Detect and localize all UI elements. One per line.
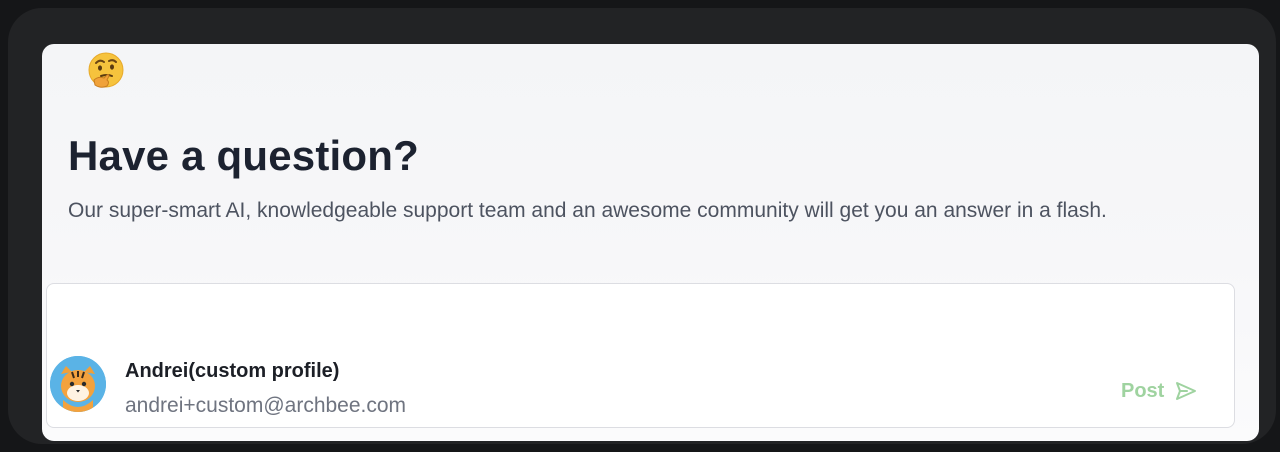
app-frame: Have a question? Our super-smart AI, kno…	[8, 8, 1276, 444]
question-input[interactable]	[67, 296, 1211, 344]
question-composer: Andrei(custom profile) andrei+custom@arc…	[46, 283, 1235, 428]
send-icon	[1176, 382, 1197, 400]
post-button-label: Post	[1121, 379, 1165, 402]
question-card: Have a question? Our super-smart AI, kno…	[42, 44, 1259, 441]
avatar	[50, 356, 106, 412]
page-subtitle: Our super-smart AI, knowledgeable suppor…	[68, 199, 1107, 222]
user-email: andrei+custom@archbee.com	[125, 394, 407, 417]
page-title: Have a question?	[68, 132, 419, 179]
thinking-face-icon	[88, 52, 124, 88]
tiger-avatar-icon	[50, 356, 106, 412]
user-name: Andrei(custom profile)	[125, 360, 340, 382]
post-button[interactable]: Post	[1121, 376, 1198, 406]
